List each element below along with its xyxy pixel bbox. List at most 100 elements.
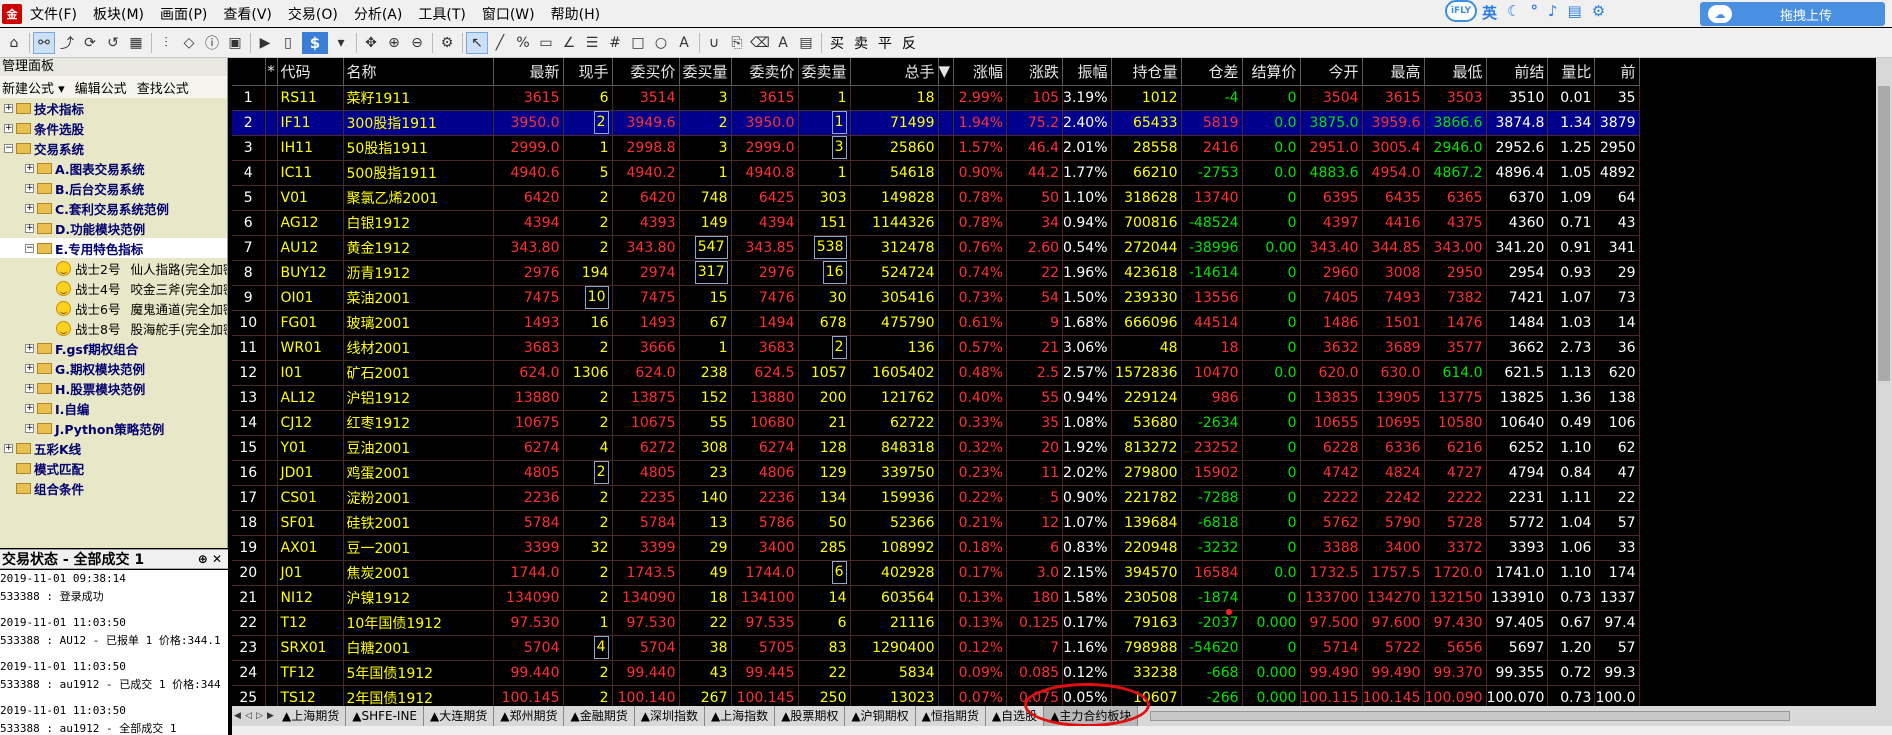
tree-item[interactable]: + G.期权模块范例 — [0, 358, 227, 378]
column-header[interactable]: 委买价 — [612, 58, 680, 86]
color-icon[interactable]: A — [772, 32, 794, 54]
table-row[interactable]: 8 BUY12 沥青1912 2976 194 2974 317 2976 16 524724 0.… — [232, 260, 1640, 286]
diamond-icon[interactable]: ◇ — [178, 32, 200, 54]
table-row[interactable]: 11 WR01 线材2001 3683 2 3666 1 3683 2 136 0.57% 21 3.0… — [232, 335, 1640, 361]
save-icon[interactable]: ▤ — [795, 32, 817, 54]
zoom-out-icon[interactable]: ⊖ — [406, 32, 428, 54]
formula-link[interactable]: 查找公式 — [137, 78, 189, 97]
table-row[interactable]: 16 JD01 鸡蛋2001 4805 2 4805 23 4806 129 339750 0.23… — [232, 460, 1640, 486]
table-row[interactable]: 5 V01 聚氯乙烯2001 6420 2 6420 748 6425 303 149828 0.7… — [232, 185, 1640, 211]
table-row[interactable]: 9 OI01 菜油2001 7475 10 7475 15 7476 30 305416 0.73%… — [232, 285, 1640, 311]
copy-icon[interactable]: ⎘ — [726, 32, 748, 54]
table-row[interactable]: 15 Y01 豆油2001 6274 4 6272 308 6274 128 848318 0.32… — [232, 435, 1640, 461]
expand-toggle-icon[interactable]: + — [4, 123, 13, 133]
reset-icon[interactable]: ↺ — [102, 32, 124, 54]
gear-icon[interactable]: ⚙ — [1592, 2, 1605, 23]
tree-item[interactable]: + 条件选股 — [0, 118, 227, 138]
grid-icon[interactable]: # — [604, 32, 626, 54]
info-icon[interactable]: ⓘ — [201, 32, 223, 54]
table-row[interactable]: 10 FG01 玻璃2001 1493 16 1493 67 1494 678 475790 0.6… — [232, 310, 1640, 336]
table-row[interactable]: 21 NI12 沪镍1912 134090 2 134090 18 134100 14 60356… — [232, 585, 1640, 611]
tree-item[interactable]: + J.Python策略范例 — [0, 418, 227, 438]
expand-toggle-icon[interactable]: + — [25, 163, 34, 173]
table-row[interactable]: 3 IH11 50股指1911 2999.0 1 2998.8 3 2999.0 3 25860 1… — [232, 135, 1640, 161]
market-tab[interactable]: ▲SHFE-INE — [346, 706, 425, 726]
table-row[interactable]: 2 IF11 300股指1911 3950.0 2 3949.6 2 3950.0 1 71499… — [232, 110, 1640, 136]
text-icon[interactable]: A — [673, 32, 695, 54]
table-row[interactable]: 4 IC11 500股指1911 4940.6 5 4940.2 1 4940.8 1 54618… — [232, 160, 1640, 186]
tree-item[interactable]: 战士2号 仙人指路(完全加密 — [0, 258, 227, 278]
column-header[interactable]: 涨幅 — [953, 58, 1008, 86]
tree-item[interactable]: + D.功能模块范例 — [0, 218, 227, 238]
gear-icon[interactable]: ⚙ — [436, 32, 458, 54]
column-header[interactable]: 持仓量 — [1111, 58, 1182, 86]
market-tab[interactable]: ▲深圳指数 — [635, 706, 705, 726]
pointer-icon[interactable]: ↖ — [466, 31, 488, 54]
column-header[interactable]: 前 — [1594, 58, 1640, 86]
table-row[interactable]: 20 J01 焦炭2001 1744.0 2 1743.5 49 1744.0 6 402928 0… — [232, 560, 1640, 586]
column-header[interactable]: 振幅 — [1062, 58, 1112, 86]
tree-item[interactable]: + I.自编 — [0, 398, 227, 418]
expand-toggle-icon[interactable]: + — [25, 223, 34, 233]
sell-button[interactable]: 卖 — [849, 33, 873, 53]
close-position-button[interactable]: 平 — [873, 33, 897, 53]
tree-item[interactable]: + 技术指标 — [0, 98, 227, 118]
expand-toggle-icon[interactable]: − — [25, 243, 34, 253]
expand-toggle-icon[interactable]: + — [4, 443, 13, 453]
table-row[interactable]: 14 CJ12 红枣1912 10675 2 10675 55 10680 21 62722 0.3… — [232, 410, 1640, 436]
market-tab[interactable]: ▲股票期权 — [775, 706, 846, 726]
formula-link[interactable]: 新建公式 ▾ — [2, 78, 65, 97]
column-header[interactable]: ▼ — [938, 58, 955, 86]
refresh-icon[interactable]: ⟳ — [79, 32, 101, 54]
column-header[interactable]: * — [265, 58, 278, 86]
column-header[interactable]: 最新 — [493, 58, 564, 86]
ime-language-toggle[interactable]: 英 — [1482, 2, 1497, 23]
market-tab[interactable]: ▲金融期货 — [564, 706, 635, 726]
column-header[interactable]: 今开 — [1300, 58, 1363, 86]
tree-item[interactable]: + H.股票模块范例 — [0, 378, 227, 398]
link-icon[interactable]: ⚯ — [33, 31, 55, 54]
table-row[interactable]: 13 AL12 沪铝1912 13880 2 13875 152 13880 200 121762… — [232, 385, 1640, 411]
table-row[interactable]: 23 SRX01 白糖2001 5704 4 5704 38 5705 83 1290400 0.1… — [232, 635, 1640, 661]
table-row[interactable]: 22 T12 10年国债1912 97.530 1 97.530 22 97.535 6 2111… — [232, 610, 1640, 636]
tree-item[interactable]: 战士6号 魔鬼通道(完全加密 — [0, 298, 227, 318]
pin-icon[interactable]: ⊕ — [198, 552, 208, 566]
magnet-icon[interactable]: ∪ — [703, 32, 725, 54]
tab-prev-icon[interactable]: ◁ — [243, 711, 254, 721]
lock-icon[interactable]: ▣ — [224, 32, 246, 54]
menu-item[interactable]: 板块(M) — [85, 4, 152, 24]
menu-item[interactable]: 文件(F) — [22, 4, 85, 24]
close-icon[interactable]: ✕ — [212, 552, 222, 566]
column-header[interactable]: 仓差 — [1181, 58, 1243, 86]
upload-button[interactable]: ☁ 拖拽上传 — [1700, 2, 1885, 26]
dropdown-icon[interactable]: ▾ — [330, 32, 352, 54]
channel-icon[interactable]: ▭ — [535, 32, 557, 54]
market-tab[interactable]: ▲大连期货 — [424, 706, 495, 726]
table-row[interactable]: 25 TS12 2年国债1912 100.145 2 100.140 267 100.145 2… — [232, 685, 1640, 706]
table-row[interactable]: 1 RS11 菜籽1911 3615 6 3514 3 3615 1 18 2.99% 105 3.19… — [232, 85, 1640, 111]
menu-item[interactable]: 分析(A) — [346, 4, 411, 24]
punctuation-icon[interactable]: ° — [1530, 2, 1538, 23]
table-row[interactable]: 6 AG12 白银1912 4394 2 4393 149 4394 151 1144326 0.7… — [232, 210, 1640, 236]
column-header[interactable]: 委卖价 — [731, 58, 799, 86]
tree-item[interactable]: + 五彩K线 — [0, 438, 227, 458]
fib-lines-icon[interactable]: ☰ — [581, 32, 603, 54]
column-header[interactable]: 委买量 — [679, 58, 732, 86]
table-row[interactable]: 12 I01 矿石2001 624.0 1306 624.0 238 624.5 1057 160… — [232, 360, 1640, 386]
menu-item[interactable]: 画面(P) — [152, 4, 215, 24]
tree-item[interactable]: − E.专用特色指标 — [0, 238, 227, 258]
table-row[interactable]: 19 AX01 豆一2001 3399 32 3399 29 3400 285 108992 0.1… — [232, 535, 1640, 561]
column-header[interactable]: 总手 — [850, 58, 939, 86]
column-header[interactable]: 名称 — [343, 58, 494, 86]
tree-item[interactable]: + A.图表交易系统 — [0, 158, 227, 178]
tree-item[interactable]: 组合条件 — [0, 478, 227, 498]
table-row[interactable]: 17 CS01 淀粉2001 2236 2 2235 140 2236 134 159936 0.2… — [232, 485, 1640, 511]
menu-item[interactable]: 窗口(W) — [474, 4, 543, 24]
expand-toggle-icon[interactable]: + — [25, 203, 34, 213]
rectangle-icon[interactable]: □ — [627, 32, 649, 54]
menu-item[interactable]: 帮助(H) — [543, 4, 608, 24]
tab-first-icon[interactable]: ◀ — [232, 711, 243, 721]
column-header[interactable]: 委卖量 — [798, 58, 851, 86]
move-icon[interactable]: ✥ — [360, 32, 382, 54]
column-header[interactable]: 结算价 — [1242, 58, 1301, 86]
